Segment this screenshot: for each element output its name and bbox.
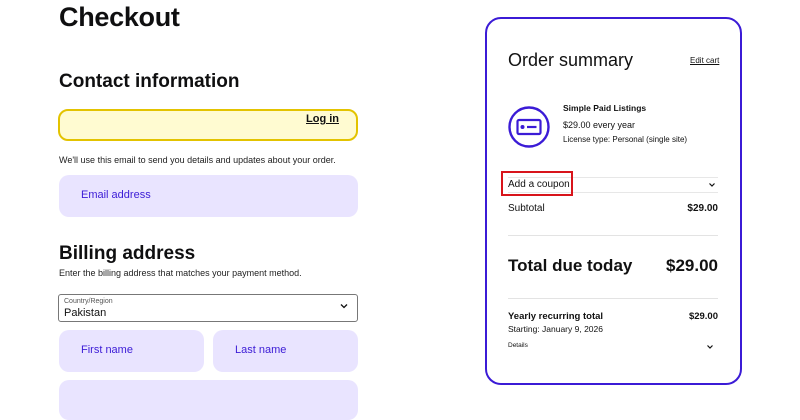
- divider: [508, 235, 718, 236]
- coupon-highlight-box: [501, 171, 573, 196]
- total-due-label: Total due today: [508, 256, 633, 275]
- license-card-icon: [508, 106, 550, 148]
- first-name-placeholder: First name: [81, 344, 133, 356]
- billing-address-heading: Billing address: [59, 243, 196, 264]
- product-license: License type: Personal (single site): [563, 135, 688, 144]
- subtotal-label: Subtotal: [508, 203, 545, 214]
- first-name-field[interactable]: First name: [59, 330, 204, 372]
- chevron-down-icon[interactable]: [706, 343, 714, 351]
- last-name-placeholder: Last name: [235, 344, 287, 356]
- product-price: $29.00 every year: [563, 120, 636, 130]
- divider: [508, 298, 718, 299]
- order-summary-title: Order summary: [508, 50, 634, 70]
- recurring-total-label: Yearly recurring total: [508, 311, 604, 322]
- email-field[interactable]: Email address: [59, 175, 358, 217]
- email-placeholder: Email address: [81, 189, 151, 201]
- details-toggle[interactable]: Details: [508, 342, 528, 349]
- recurring-start-date: Starting: January 9, 2026: [508, 324, 603, 334]
- product-name: Simple Paid Listings: [563, 103, 647, 113]
- chevron-down-icon: [340, 304, 348, 309]
- billing-helper-text: Enter the billing address that matches y…: [59, 268, 302, 278]
- total-due-value: $29.00: [666, 256, 718, 275]
- last-name-field[interactable]: Last name: [213, 330, 358, 372]
- edit-cart-link[interactable]: Edit cart: [690, 56, 719, 65]
- country-select-value: Pakistan: [64, 307, 107, 319]
- subtotal-value: $29.00: [687, 203, 718, 214]
- contact-information-heading: Contact information: [59, 71, 240, 92]
- address-field[interactable]: [59, 380, 358, 420]
- page-title: Checkout: [59, 2, 180, 32]
- chevron-down-icon: [709, 183, 715, 187]
- country-select[interactable]: Country/Region Pakistan: [58, 294, 358, 322]
- country-select-label: Country/Region: [64, 298, 113, 305]
- recurring-total-value: $29.00: [688, 311, 718, 322]
- email-helper-text: We'll use this email to send you details…: [59, 155, 336, 165]
- login-link[interactable]: Log in: [306, 113, 339, 125]
- login-banner: Log in: [58, 109, 358, 141]
